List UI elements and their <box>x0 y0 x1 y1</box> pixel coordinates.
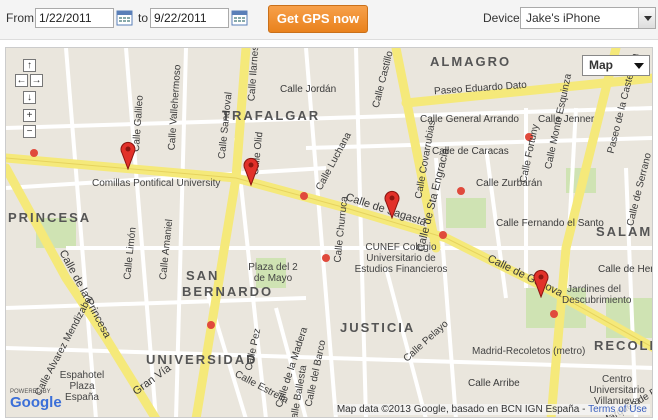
street-label: Calle Jordán <box>280 84 337 95</box>
device-select[interactable]: Jake's iPhone <box>520 7 656 29</box>
poi-label: CUNEF Colegio Universitario de Estudios … <box>354 242 448 275</box>
google-logo: POWERED BY Google <box>10 389 64 415</box>
street-label: Calle Zurbarán <box>476 178 543 189</box>
device-value: Jake's iPhone <box>526 11 601 25</box>
calendar-icon[interactable] <box>231 9 248 26</box>
map-view[interactable]: TRAFALGAR ALMAGRO PRINCESA SAN BERNARDO … <box>5 47 653 418</box>
street-label: Calle Fernando el Santo <box>496 218 604 229</box>
map-type-label: Map <box>589 58 613 72</box>
location-marker-icon[interactable] <box>383 189 401 219</box>
street-label: Calle de Hermos <box>598 264 653 275</box>
district-label: JUSTICIA <box>340 320 416 335</box>
poi-label: Centro Universitario Villanueva <box>589 374 645 407</box>
district-label: SAN <box>186 268 220 283</box>
zoom-out-button[interactable]: − <box>23 125 36 138</box>
toolbar: From to Get GPS now Device Jake's iPhone <box>0 0 658 40</box>
to-date-input[interactable] <box>150 8 229 28</box>
poi-label: Plaza del 2 de Mayo <box>248 262 298 284</box>
street-label: Calle Jenner <box>538 114 595 125</box>
district-label: BERNARDO <box>182 284 274 299</box>
district-label: SALAMA <box>596 224 653 239</box>
district-label: TRAFALGAR <box>222 108 321 123</box>
poi-label: Jardines del Descubrimiento <box>562 284 632 306</box>
location-marker-icon[interactable] <box>532 268 550 298</box>
to-label: to <box>138 11 149 25</box>
attribution-text: Map data ©2013 Google, basado en BCN IGN… <box>336 404 580 415</box>
pan-up-button[interactable]: ↑ <box>23 59 36 72</box>
location-marker-icon[interactable] <box>242 156 260 186</box>
from-label: From <box>6 11 34 25</box>
location-marker-icon[interactable] <box>119 140 137 170</box>
pan-down-button[interactable]: ↓ <box>23 91 36 104</box>
google-wordmark: Google <box>10 394 62 411</box>
district-label: ALMAGRO <box>430 54 512 69</box>
terms-link[interactable]: Terms of Use <box>588 404 647 415</box>
district-label: PRINCESA <box>8 210 92 225</box>
device-label: Device <box>483 11 520 25</box>
map-attribution: Map data ©2013 Google, basado en BCN IGN… <box>333 404 650 415</box>
pan-left-button[interactable]: ← <box>15 74 28 87</box>
map-type-select[interactable]: Map <box>582 55 650 76</box>
poi-label: Madrid-Recoletos (metro) <box>472 346 586 357</box>
from-date-input[interactable] <box>35 8 114 28</box>
pan-right-button[interactable]: → <box>30 74 43 87</box>
poi-label: Comillas Pontifical University <box>92 178 221 189</box>
district-label: RECOLETOS <box>594 338 652 353</box>
street-label: Calle Arribe <box>468 378 520 389</box>
get-gps-button[interactable]: Get GPS now <box>268 5 368 33</box>
zoom-in-button[interactable]: + <box>23 109 36 122</box>
calendar-icon[interactable] <box>116 9 133 26</box>
chevron-down-icon[interactable] <box>638 8 655 28</box>
